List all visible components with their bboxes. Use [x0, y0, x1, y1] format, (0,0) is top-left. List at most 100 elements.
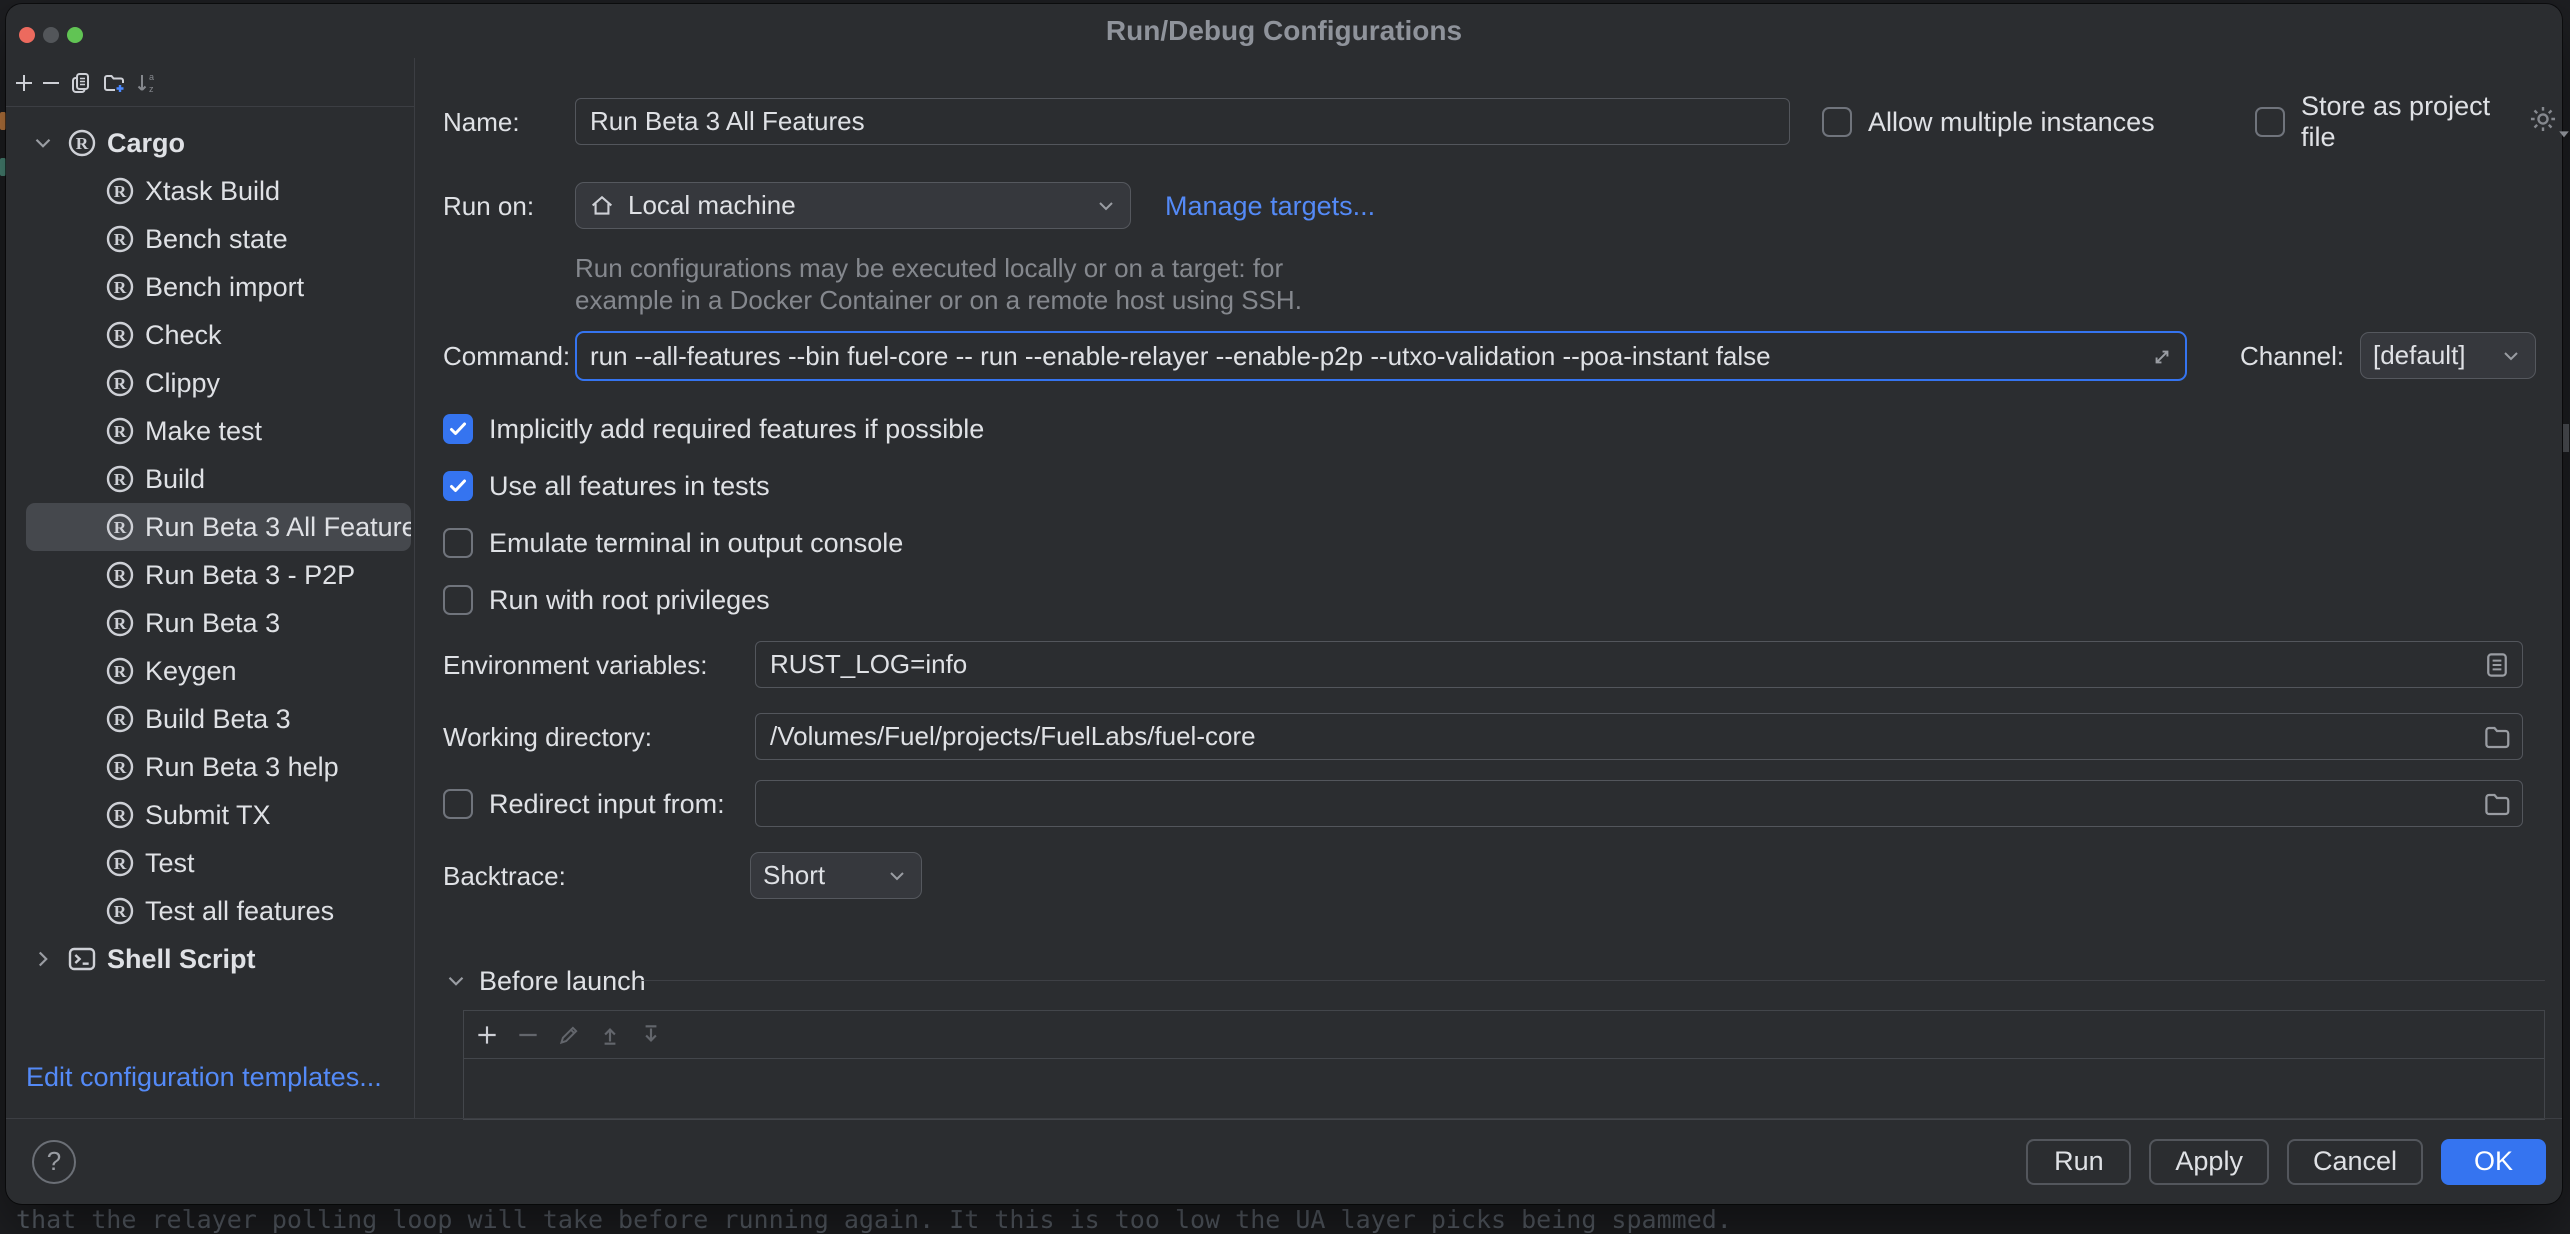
tree-item[interactable]: R Test all features: [6, 887, 414, 935]
root-privileges-checkbox[interactable]: [443, 585, 473, 615]
tree-item[interactable]: R Xtask Build: [6, 167, 414, 215]
remove-icon[interactable]: [39, 71, 63, 95]
edit-configuration-templates-link[interactable]: Edit configuration templates...: [26, 1062, 382, 1093]
tree-item-label: Run Beta 3 - P2P: [145, 559, 356, 590]
environment-variables-label: Environment variables:: [443, 649, 708, 680]
option-root-privileges[interactable]: Run with root privileges: [443, 584, 770, 616]
edit-variables-icon[interactable]: [2482, 650, 2512, 680]
environment-variables-input[interactable]: RUST_LOG=info: [755, 641, 2523, 688]
tree-item-shell-script-group[interactable]: Shell Script: [6, 935, 414, 983]
tree-item[interactable]: R Test: [6, 839, 414, 887]
copy-icon[interactable]: [70, 71, 94, 95]
apply-button[interactable]: Apply: [2149, 1138, 2269, 1185]
working-directory-label: Working directory:: [443, 721, 653, 752]
tree-item[interactable]: R Run Beta 3: [6, 599, 414, 647]
implicit-features-label: Implicitly add required features if poss…: [489, 413, 985, 444]
tree-item-label: Clippy: [145, 367, 221, 398]
chevron-down-icon: [890, 871, 904, 880]
help-button[interactable]: ?: [32, 1139, 76, 1184]
svg-text:R: R: [114, 710, 127, 729]
tree-item-label: Run Beta 3: [145, 607, 281, 638]
option-all-features-tests[interactable]: Use all features in tests: [443, 470, 770, 502]
edit-task-icon[interactable]: [556, 1022, 582, 1048]
move-down-icon[interactable]: [638, 1022, 664, 1048]
tree-item[interactable]: R Run Beta 3 - P2P: [6, 551, 414, 599]
tree-item[interactable]: R Check: [6, 311, 414, 359]
tree-item[interactable]: R Make test: [6, 407, 414, 455]
tree-item[interactable]: R Build Beta 3: [6, 695, 414, 743]
manage-targets-link[interactable]: Manage targets...: [1165, 191, 1375, 222]
browse-folder-icon[interactable]: [2482, 722, 2512, 752]
redirect-input-field[interactable]: [755, 780, 2523, 827]
before-launch-header[interactable]: Before launch: [443, 957, 646, 1005]
cargo-icon: R: [106, 609, 134, 637]
tree-item[interactable]: R Bench import: [6, 263, 414, 311]
run-on-dropdown[interactable]: Local machine: [575, 182, 1131, 229]
allow-multiple-instances-checkbox[interactable]: [1822, 107, 1852, 137]
svg-text:R: R: [114, 614, 127, 633]
option-emulate-terminal[interactable]: Emulate terminal in output console: [443, 527, 903, 559]
option-implicit-features[interactable]: Implicitly add required features if poss…: [443, 413, 984, 445]
sort-alpha-icon[interactable]: a z: [134, 71, 158, 95]
channel-value: [default]: [2373, 340, 2466, 370]
name-input[interactable]: Run Beta 3 All Features: [575, 98, 1790, 145]
channel-dropdown[interactable]: [default]: [2360, 332, 2536, 379]
browse-folder-icon[interactable]: [2482, 789, 2512, 819]
expand-field-icon[interactable]: [2149, 344, 2175, 370]
cargo-icon: R: [106, 561, 134, 589]
store-as-project-file-option[interactable]: Store as project file: [2255, 91, 2569, 152]
chevron-right-icon[interactable]: [30, 946, 56, 972]
tree-item-selected[interactable]: R Run Beta 3 All Features: [26, 503, 411, 551]
check-icon: [450, 479, 466, 492]
add-task-icon[interactable]: [474, 1022, 500, 1048]
run-button[interactable]: Run: [2026, 1138, 2132, 1185]
before-launch-label: Before launch: [479, 965, 646, 996]
tree-item-label: Xtask Build: [145, 175, 281, 206]
svg-text:R: R: [114, 230, 127, 249]
cargo-icon: R: [106, 849, 134, 877]
working-directory-input[interactable]: /Volumes/Fuel/projects/FuelLabs/fuel-cor…: [755, 713, 2523, 760]
chevron-down-icon: [2504, 351, 2518, 360]
remove-task-icon[interactable]: [515, 1022, 541, 1048]
check-icon: [450, 422, 466, 435]
implicit-features-checkbox[interactable]: [443, 414, 473, 444]
redirect-input-checkbox[interactable]: [443, 789, 473, 819]
tree-item[interactable]: R Build: [6, 455, 414, 503]
channel-label: Channel:: [2240, 340, 2345, 371]
backtrace-value: Short: [763, 860, 826, 890]
tree-item-cargo-group[interactable]: R Cargo: [6, 119, 414, 167]
svg-text:R: R: [114, 518, 127, 537]
backtrace-dropdown[interactable]: Short: [750, 852, 922, 899]
tree-item[interactable]: R Keygen: [6, 647, 414, 695]
cancel-button[interactable]: Cancel: [2286, 1138, 2423, 1185]
ok-button[interactable]: OK: [2441, 1138, 2546, 1185]
cargo-icon: R: [106, 657, 134, 685]
tree-item-label: Bench import: [145, 271, 305, 302]
root-privileges-label: Run with root privileges: [489, 584, 770, 615]
emulate-terminal-checkbox[interactable]: [443, 528, 473, 558]
allow-multiple-instances-option[interactable]: Allow multiple instances: [1822, 98, 2155, 146]
svg-text:R: R: [114, 182, 127, 201]
tree-item-label: Cargo: [107, 127, 186, 158]
tree-item[interactable]: R Submit TX: [6, 791, 414, 839]
move-up-icon[interactable]: [597, 1022, 623, 1048]
cargo-icon: R: [106, 369, 134, 397]
tree-item[interactable]: R Run Beta 3 help: [6, 743, 414, 791]
cargo-icon: R: [106, 225, 134, 253]
all-features-tests-checkbox[interactable]: [443, 471, 473, 501]
run-debug-configurations-dialog: Run/Debug Configurations a z R Cargo R X…: [6, 4, 2569, 1204]
chevron-down-icon: [448, 976, 464, 986]
tree-item[interactable]: R Clippy: [6, 359, 414, 407]
redirect-input-option[interactable]: Redirect input from:: [443, 780, 725, 828]
cargo-icon: R: [106, 465, 134, 493]
cargo-icon: R: [106, 705, 134, 733]
new-folder-icon[interactable]: [102, 71, 126, 95]
tree-item[interactable]: R Bench state: [6, 215, 414, 263]
add-icon[interactable]: [12, 71, 36, 95]
store-options-gear-button[interactable]: [2526, 102, 2569, 142]
store-as-project-file-checkbox[interactable]: [2255, 107, 2285, 137]
chevron-down-icon[interactable]: [30, 130, 56, 156]
command-value: run --all-features --bin fuel-core -- ru…: [590, 340, 1771, 371]
command-input[interactable]: run --all-features --bin fuel-core -- ru…: [575, 331, 2187, 381]
svg-text:R: R: [114, 806, 127, 825]
